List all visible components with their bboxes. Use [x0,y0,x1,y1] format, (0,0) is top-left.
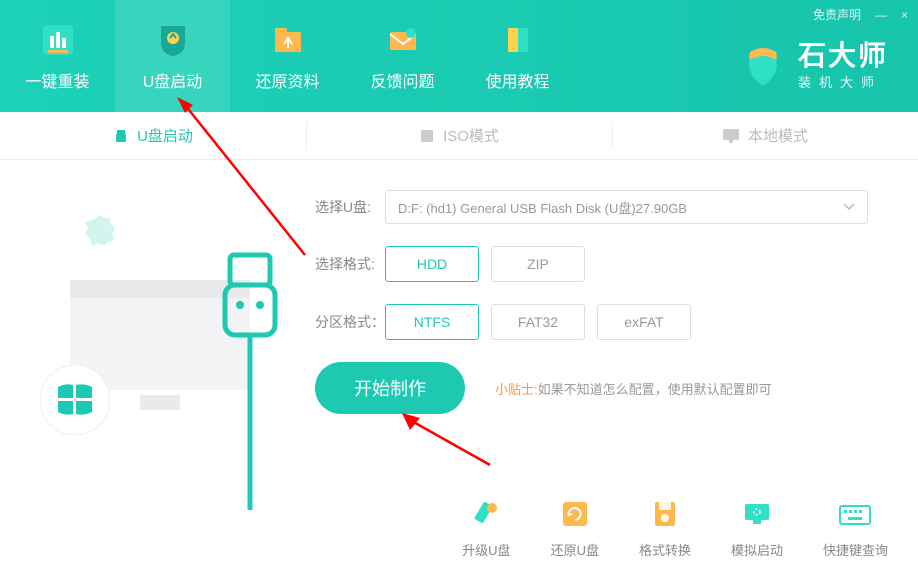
minimize-button[interactable]: — [875,8,887,22]
subtab-iso[interactable]: ISO模式 [306,112,612,159]
nav-feedback[interactable]: 反馈问题 [345,0,460,112]
tool-simulate-boot[interactable]: 模拟启动 [731,496,783,559]
usb-cable-icon [210,250,290,520]
brand-logo-icon [740,44,786,90]
nav-label: 一键重装 [25,68,89,92]
header: 免责声明 — × 一键重装 U盘启动 还原资料 反馈问题 [0,0,918,112]
shield-usb-icon [153,20,193,60]
simulate-icon [739,496,775,532]
nav-usb-boot[interactable]: U盘启动 [115,0,230,112]
tool-format-convert[interactable]: 格式转换 [639,496,691,559]
nav-label: U盘启动 [143,68,203,92]
nav-one-click-reinstall[interactable]: 一键重装 [0,0,115,112]
gear-decor-icon [80,210,120,250]
chevron-down-icon [843,203,855,211]
disk-value: D:F: (hd1) General USB Flash Disk (U盘)27… [398,198,687,217]
subtab-label: U盘启动 [137,125,193,146]
bar-chart-icon [38,20,78,60]
subtab-usb-boot[interactable]: U盘启动 [0,112,306,159]
tool-label: 快捷键查询 [823,540,888,559]
usb-upgrade-icon [468,496,504,532]
tool-label: 还原U盘 [551,540,599,559]
tool-label: 格式转换 [639,540,691,559]
subtab-local[interactable]: 本地模式 [612,112,918,159]
restore-icon [557,496,593,532]
disk-select[interactable]: D:F: (hd1) General USB Flash Disk (U盘)27… [385,190,868,224]
tool-restore-usb[interactable]: 还原U盘 [551,496,599,559]
nav-label: 使用教程 [485,68,549,92]
envelope-icon [383,20,423,60]
brand: 石大师 装机大师 [740,42,888,91]
title-bar: 免责声明 — × [813,6,908,23]
nav-restore-data[interactable]: 还原资料 [230,0,345,112]
disk-label: 选择U盘: [315,197,385,217]
nav-label: 反馈问题 [370,68,434,92]
partition-fat32-option[interactable]: FAT32 [491,304,585,340]
monitor-icon [722,128,740,144]
subtabs: U盘启动 ISO模式 本地模式 [0,112,918,160]
subtab-label: 本地模式 [748,125,808,146]
disclaimer-link[interactable]: 免责声明 [813,6,861,23]
tip-text: 小贴士:如果不知道怎么配置，使用默认配置即可 [495,379,772,398]
tool-label: 模拟启动 [731,540,783,559]
brand-title: 石大师 [798,42,888,70]
nav-tutorial[interactable]: 使用教程 [460,0,575,112]
format-label: 选择格式: [315,254,385,274]
format-zip-option[interactable]: ZIP [491,246,585,282]
close-button[interactable]: × [901,8,908,22]
form: 选择U盘: D:F: (hd1) General USB Flash Disk … [315,190,918,490]
illustration [0,190,315,490]
iso-icon [419,128,435,144]
book-icon [498,20,538,60]
partition-ntfs-option[interactable]: NTFS [385,304,479,340]
tool-shortcut-query[interactable]: 快捷键查询 [823,496,888,559]
usb-icon [113,128,129,144]
disk-icon [647,496,683,532]
folder-up-icon [268,20,308,60]
tool-upgrade-usb[interactable]: 升级U盘 [462,496,510,559]
tip-prefix: 小贴士: [495,382,538,397]
windows-decor-icon [40,365,110,435]
partition-label: 分区格式： [315,312,385,332]
brand-subtitle: 装机大师 [798,72,888,91]
tool-label: 升级U盘 [462,540,510,559]
content: 选择U盘: D:F: (hd1) General USB Flash Disk … [0,160,918,490]
start-button[interactable]: 开始制作 [315,362,465,414]
format-hdd-option[interactable]: HDD [385,246,479,282]
keyboard-icon [837,496,873,532]
nav: 一键重装 U盘启动 还原资料 反馈问题 使用教程 [0,0,575,112]
subtab-label: ISO模式 [443,125,499,146]
footer-tools: 升级U盘 还原U盘 格式转换 模拟启动 快捷键查询 [462,496,888,559]
nav-label: 还原资料 [255,68,319,92]
partition-exfat-option[interactable]: exFAT [597,304,691,340]
